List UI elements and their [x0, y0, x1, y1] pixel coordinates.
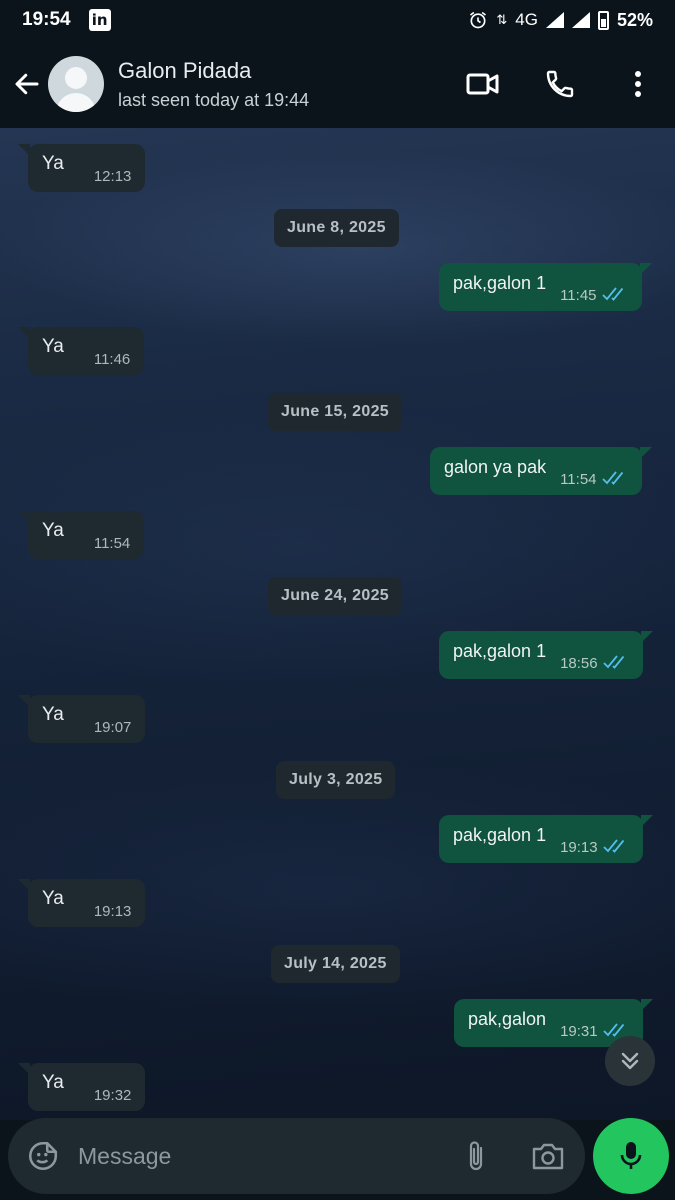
signal-icon	[545, 12, 564, 28]
message-outgoing[interactable]: pak,galon 1 19:13	[439, 815, 653, 863]
message-outgoing[interactable]: galon ya pak 11:54	[430, 447, 652, 495]
message-incoming[interactable]: Ya 12:13	[17, 144, 146, 192]
avatar-head-icon	[65, 67, 87, 89]
double-check-icon	[601, 287, 623, 301]
double-chevron-down-icon	[621, 1052, 639, 1070]
message-time: 11:46	[93, 350, 131, 368]
sticker-icon[interactable]	[26, 1139, 60, 1173]
message-text: Ya	[42, 888, 64, 909]
camera-icon[interactable]	[531, 1141, 565, 1171]
battery-percent: 52%	[616, 9, 653, 30]
message-incoming[interactable]: Ya 11:46	[17, 327, 145, 375]
last-seen: last seen today at 19:44	[118, 89, 310, 110]
phone-icon	[546, 70, 574, 98]
back-arrow-icon[interactable]	[12, 69, 42, 99]
date-chip: June 15, 2025	[268, 393, 402, 431]
message-text: Ya	[42, 704, 64, 725]
linkedin-icon: in	[88, 9, 111, 31]
message-time: 11:45	[560, 286, 597, 304]
message-time: 19:13	[560, 838, 598, 856]
data-arrows-icon: ⇅	[496, 12, 508, 27]
status-time: 19:54	[22, 9, 71, 30]
contact-info[interactable]: Galon Pidada last seen today at 19:44	[118, 58, 309, 111]
network-type: 4G	[515, 10, 538, 29]
date-chip: June 24, 2025	[268, 577, 402, 615]
message-time: 11:54	[93, 534, 131, 552]
message-time: 19:31	[560, 1022, 598, 1040]
message-text: Ya	[42, 153, 64, 174]
status-bar: 19:54 in ⇅ 4G 52%	[0, 0, 675, 40]
microphone-icon	[620, 1142, 642, 1169]
date-chip: June 8, 2025	[274, 209, 399, 247]
message-incoming[interactable]: Ya 19:32	[17, 1063, 146, 1111]
message-text: pak,galon 1	[453, 640, 547, 661]
message-incoming[interactable]: Ya 19:07	[17, 695, 146, 743]
message-incoming[interactable]: Ya 19:13	[17, 879, 146, 927]
message-composer: Message	[8, 1118, 585, 1194]
scroll-to-bottom-button[interactable]	[605, 1036, 655, 1086]
message-time: 12:13	[93, 167, 132, 185]
video-call-button[interactable]	[466, 67, 500, 101]
message-time: 19:13	[93, 902, 132, 920]
date-chip: July 3, 2025	[276, 761, 396, 799]
message-incoming[interactable]: Ya 11:54	[17, 511, 145, 559]
message-text: pak,galon	[468, 1008, 547, 1029]
message-outgoing[interactable]: pak,galon 1 11:45	[439, 263, 652, 311]
double-check-icon	[602, 839, 624, 853]
message-text: Ya	[42, 336, 64, 357]
contact-name: Galon Pidada	[118, 57, 252, 83]
signal-icon-2	[571, 12, 590, 28]
message-text: Ya	[42, 520, 64, 541]
battery-icon	[597, 10, 609, 30]
message-text: pak,galon 1	[453, 272, 547, 293]
paperclip-icon[interactable]	[465, 1138, 487, 1174]
message-input[interactable]: Message	[78, 1143, 171, 1170]
video-camera-icon	[466, 73, 499, 95]
chat-header: Galon Pidada last seen today at 19:44	[0, 40, 675, 128]
avatar[interactable]	[48, 56, 104, 112]
voice-record-button[interactable]	[593, 1118, 669, 1194]
message-text: Ya	[42, 1072, 64, 1093]
date-chip: July 14, 2025	[271, 945, 400, 983]
message-time: 11:54	[560, 470, 597, 488]
kebab-menu-icon	[635, 71, 641, 97]
more-options-button[interactable]	[621, 67, 655, 101]
message-text: pak,galon 1	[453, 824, 547, 845]
voice-call-button[interactable]	[543, 67, 577, 101]
status-indicators: ⇅ 4G 52%	[468, 10, 653, 31]
chat-area[interactable]: Ya 12:13 June 8, 2025 pak,galon 1 11:45 …	[0, 128, 675, 1120]
header-actions	[466, 67, 675, 101]
message-time: 19:32	[93, 1086, 132, 1104]
message-outgoing[interactable]: pak,galon 1 18:56	[439, 631, 653, 679]
message-time: 19:07	[93, 718, 132, 736]
double-check-icon	[602, 655, 624, 669]
message-time: 18:56	[560, 654, 598, 672]
alarm-icon	[470, 11, 487, 29]
message-text: galon ya pak	[444, 456, 547, 477]
double-check-icon	[601, 471, 623, 485]
avatar-body-icon	[56, 93, 96, 112]
